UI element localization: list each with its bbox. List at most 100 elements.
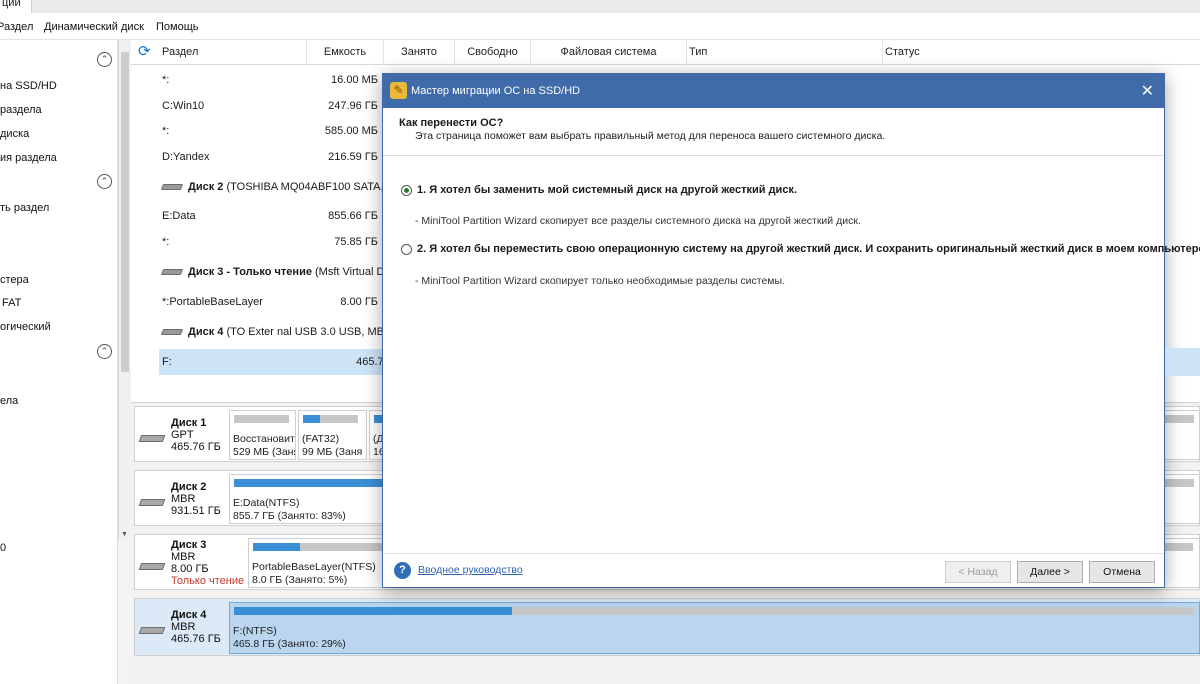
- radio-option-1[interactable]: [401, 185, 412, 196]
- table-header: ⟳ Раздел Емкость Занято Свободно Файлова…: [131, 40, 1200, 65]
- column-header-capacity[interactable]: Емкость: [307, 40, 384, 65]
- sidebar-item-copy-partition[interactable]: раздела: [0, 104, 42, 116]
- disk-card-4[interactable]: Диск 4 MBR 465.76 ГБ F:(NTFS) 465.8 ГБ (…: [134, 598, 1200, 656]
- disk-size: 465.76 ГБ: [171, 633, 221, 645]
- collapse-icon[interactable]: ⌃: [97, 344, 112, 359]
- menu-bar: Раздел Динамический диск Помощь: [0, 13, 1200, 40]
- scroll-down-icon[interactable]: ▼: [121, 531, 128, 538]
- column-header-status[interactable]: Статус: [883, 40, 1200, 65]
- hard-disk-icon: [138, 627, 166, 634]
- disk-info-panel: Диск 1 GPT 465.76 ГБ: [135, 407, 228, 461]
- collapse-icon[interactable]: ⌃: [97, 174, 112, 189]
- sidebar-scrollbar[interactable]: ▼: [118, 40, 130, 540]
- dialog-header: Как перенести ОС? Эта страница поможет в…: [383, 108, 1164, 156]
- partition-name: F:: [162, 356, 172, 368]
- back-button[interactable]: < Назад: [945, 561, 1011, 583]
- wizard-icon: ✎: [390, 82, 407, 99]
- hard-disk-icon: [160, 269, 184, 276]
- next-button[interactable]: Далее >: [1017, 561, 1083, 583]
- hard-disk-icon: [160, 329, 184, 336]
- option-1-label[interactable]: 1. Я хотел бы заменить мой системный дис…: [417, 184, 797, 196]
- partition-name: *:: [162, 236, 170, 248]
- option-2-description: - MiniTool Partition Wizard скопирует то…: [415, 275, 785, 287]
- hard-disk-icon: [160, 184, 184, 191]
- sidebar-item-migrate-os[interactable]: на SSD/HD: [0, 80, 57, 92]
- disk-info-panel: Диск 3 MBR 8.00 ГБ Только чтение: [135, 535, 247, 589]
- partition-usage: 855.7 ГБ (Занято: 83%): [233, 510, 346, 522]
- partition-capacity: 16.00 МБ: [331, 74, 378, 86]
- disk-name: Диск 3: [171, 539, 207, 551]
- radio-option-2[interactable]: [401, 244, 412, 255]
- partition-name: C:Win10: [162, 100, 205, 112]
- table-row-selected-edge: [1165, 348, 1200, 376]
- cancel-button[interactable]: Отмена: [1089, 561, 1155, 583]
- disk-row-label: Диск 3 - Только чтение (Msft Virtual Dis…: [160, 266, 398, 278]
- usage-bar: [303, 415, 358, 423]
- disk-info-panel: Диск 2 MBR 931.51 ГБ: [135, 471, 228, 525]
- option-2-label[interactable]: 2. Я хотел бы переместить свою операцион…: [417, 243, 1200, 255]
- disk-name: Диск 4: [171, 609, 207, 621]
- action-sidebar: ⌃ на SSD/HD раздела диска ия раздела ⌃ т…: [0, 40, 118, 684]
- usage-fill: [303, 415, 320, 423]
- sidebar-item-fat[interactable]: FAT: [2, 297, 21, 309]
- dialog-title-bar[interactable]: ✎ Мастер миграции ОС на SSD/HD ✕: [383, 74, 1164, 108]
- disk-size: 8.00 ГБ: [171, 563, 209, 575]
- column-header-filesystem[interactable]: Файловая система: [531, 40, 687, 65]
- sidebar-item-partition-props[interactable]: ела: [0, 395, 18, 407]
- scrollbar-thumb[interactable]: [121, 52, 129, 372]
- dialog-description: Эта страница поможет вам выбрать правиль…: [415, 130, 886, 142]
- sidebar-item-format-partition[interactable]: ть раздел: [0, 202, 49, 214]
- disk-name: Диск 4: [188, 326, 224, 338]
- disk-type: MBR: [171, 493, 196, 505]
- close-icon[interactable]: ✕: [1141, 81, 1154, 101]
- partition-capacity: 8.00 ГБ: [340, 296, 378, 308]
- partition-usage: 465.8 ГБ (Занято: 29%): [233, 638, 346, 650]
- refresh-icon[interactable]: ⟳: [138, 44, 154, 60]
- menu-item-dynamic-disk[interactable]: Динамический диск: [44, 21, 144, 33]
- menu-item-help[interactable]: Помощь: [156, 21, 199, 33]
- partition-capacity: 585.00 МБ: [324, 125, 378, 137]
- sidebar-item-cluster[interactable]: стера: [0, 274, 29, 286]
- disk-type: MBR: [171, 551, 196, 563]
- column-header-type[interactable]: Тип: [687, 40, 883, 65]
- partition-label: (FAT32): [302, 433, 340, 445]
- partition-name: *:PortableBaseLayer: [162, 296, 263, 308]
- disk-row-label: Диск 4 (TO Exter nal USB 3.0 USB, MBR, 4…: [160, 326, 410, 338]
- column-header-used[interactable]: Занято: [384, 40, 455, 65]
- help-icon[interactable]: ?: [394, 562, 411, 579]
- partition-label: E:Data(NTFS): [233, 497, 300, 509]
- disk-size: 931.51 ГБ: [171, 505, 221, 517]
- partition-usage: 529 МБ (Заня: [233, 446, 296, 458]
- sidebar-item-pending-count: 0: [0, 542, 7, 554]
- partition-capacity: 855.66 ГБ: [328, 210, 378, 222]
- partition-block[interactable]: (FAT32) 99 МБ (Заня: [298, 410, 367, 460]
- option-1-description: - MiniTool Partition Wizard скопирует вс…: [415, 215, 861, 227]
- partition-name: D:Yandex: [162, 151, 210, 163]
- sidebar-item-partition-recovery[interactable]: ия раздела: [0, 152, 57, 164]
- partition-usage: 99 МБ (Заня: [302, 446, 363, 458]
- tutorial-link[interactable]: Вводное руководство: [418, 564, 523, 576]
- partition-usage: 8.0 ГБ (Занято: 5%): [252, 574, 348, 586]
- disk-name: Диск 2: [188, 181, 224, 193]
- sidebar-item-logical[interactable]: огический: [0, 321, 51, 333]
- ribbon-tab[interactable]: ции: [0, 0, 32, 13]
- partition-block-selected[interactable]: F:(NTFS) 465.8 ГБ (Занято: 29%): [229, 602, 1200, 654]
- ribbon-tab-label: ции: [2, 0, 21, 9]
- hard-disk-icon: [138, 499, 166, 506]
- disk-name: Диск 3 - Только чтение: [188, 266, 312, 278]
- partition-name: E:Data: [162, 210, 196, 222]
- collapse-icon[interactable]: ⌃: [97, 52, 112, 67]
- column-header-free[interactable]: Свободно: [455, 40, 531, 65]
- hard-disk-icon: [138, 435, 166, 442]
- column-header-partition[interactable]: Раздел: [162, 40, 307, 65]
- usage-fill: [234, 607, 513, 615]
- sidebar-item-copy-disk[interactable]: диска: [0, 128, 29, 140]
- hard-disk-icon: [138, 563, 166, 570]
- dialog-title: Мастер миграции ОС на SSD/HD: [411, 85, 581, 97]
- partition-block[interactable]: Восстановит 529 МБ (Заня: [229, 410, 296, 460]
- usage-bar: [234, 607, 1194, 615]
- partition-label: Восстановит: [233, 433, 295, 445]
- menu-item-partition[interactable]: Раздел: [0, 21, 33, 33]
- read-only-badge: Только чтение: [171, 575, 245, 587]
- disk-type: MBR: [171, 621, 196, 633]
